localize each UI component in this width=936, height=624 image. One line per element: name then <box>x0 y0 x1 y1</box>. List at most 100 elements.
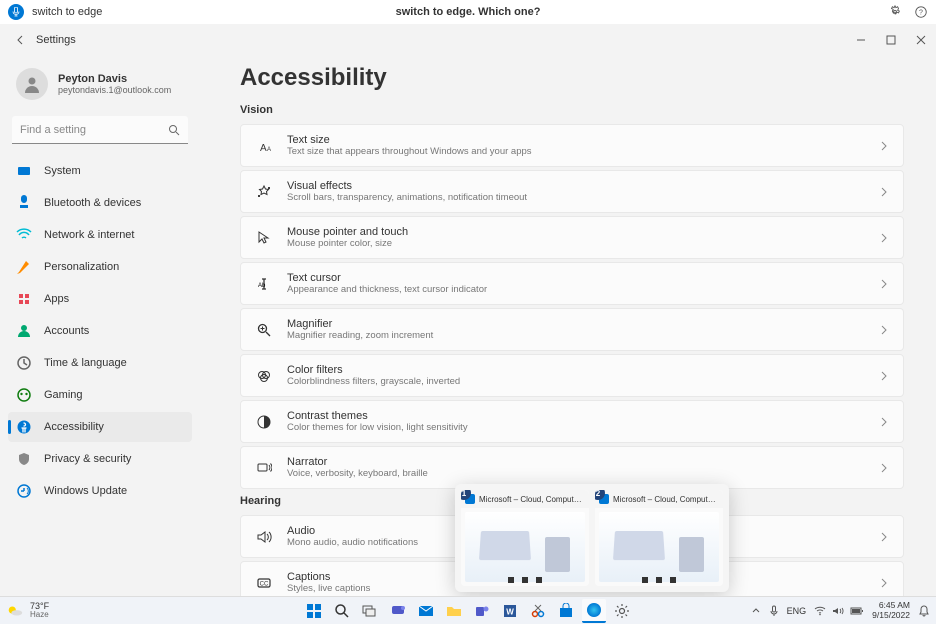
card-title: Color filters <box>287 364 865 376</box>
nav-item-time-language[interactable]: Time & language <box>8 348 192 378</box>
mic-tray-icon[interactable] <box>769 605 779 617</box>
card-mouse-pointer-and-touch[interactable]: Mouse pointer and touch Mouse pointer co… <box>240 216 904 259</box>
card-title: Narrator <box>287 456 865 468</box>
wifi-icon[interactable] <box>814 606 826 616</box>
snipping-tool-icon[interactable] <box>526 599 550 623</box>
nav-label: Privacy & security <box>44 453 131 465</box>
nav-label: Apps <box>44 293 69 305</box>
nav-item-privacy-security[interactable]: Privacy & security <box>8 444 192 474</box>
nav-item-system[interactable]: System <box>8 156 192 186</box>
svg-text:W: W <box>506 607 514 616</box>
search-settings-box[interactable] <box>12 116 188 144</box>
outlook-icon[interactable] <box>414 599 438 623</box>
card-icon: AA <box>255 137 273 155</box>
chevron-right-icon <box>879 578 889 588</box>
title-bar: Settings <box>0 24 936 56</box>
word-icon[interactable]: W <box>498 599 522 623</box>
tray-chevron-icon[interactable] <box>751 606 761 616</box>
nav-icon <box>16 355 32 371</box>
clock[interactable]: 6:45 AM 9/15/2022 <box>872 601 910 620</box>
card-color-filters[interactable]: Color filters Colorblindness filters, gr… <box>240 354 904 397</box>
card-narrator[interactable]: Narrator Voice, verbosity, keyboard, bra… <box>240 446 904 489</box>
taskbar-apps: W <box>302 599 634 623</box>
volume-icon[interactable] <box>832 606 844 616</box>
search-settings-input[interactable] <box>20 124 180 136</box>
card-desc: Mouse pointer color, size <box>287 238 865 249</box>
search-icon <box>168 124 180 136</box>
card-icon <box>255 413 273 431</box>
file-explorer-icon[interactable] <box>442 599 466 623</box>
card-title: Text size <box>287 134 865 146</box>
settings-icon[interactable] <box>610 599 634 623</box>
nav-label: Gaming <box>44 389 83 401</box>
teams-chat-button[interactable] <box>386 599 410 623</box>
store-icon[interactable] <box>554 599 578 623</box>
nav-label: Network & internet <box>44 229 134 241</box>
settings-gear-icon[interactable] <box>888 5 902 19</box>
cortana-search-text[interactable]: switch to edge <box>32 6 102 18</box>
edge-icon[interactable] <box>582 599 606 623</box>
nav-icon <box>16 483 32 499</box>
nav-item-personalization[interactable]: Personalization <box>8 252 192 282</box>
card-desc: Color themes for low vision, light sensi… <box>287 422 865 433</box>
card-desc: Voice, verbosity, keyboard, braille <box>287 468 865 479</box>
close-button[interactable] <box>906 24 936 56</box>
cortana-bar: switch to edge switch to edge. Which one… <box>0 0 936 24</box>
maximize-button[interactable] <box>876 24 906 56</box>
card-title: Visual effects <box>287 180 865 192</box>
nav-item-bluetooth-devices[interactable]: Bluetooth & devices <box>8 188 192 218</box>
weather-widget[interactable]: 73°F Haze <box>6 602 49 620</box>
battery-icon[interactable] <box>850 607 864 615</box>
card-icon <box>255 528 273 546</box>
window-preview-popup: 1 Microsoft – Cloud, Computers, ... 2 Mi… <box>455 484 729 592</box>
start-button[interactable] <box>302 599 326 623</box>
nav-icon <box>16 291 32 307</box>
preview-title: Microsoft – Cloud, Computers, ... <box>613 495 719 504</box>
card-title: Mouse pointer and touch <box>287 226 865 238</box>
card-desc: Magnifier reading, zoom increment <box>287 330 865 341</box>
chevron-right-icon <box>879 417 889 427</box>
nav-icon <box>16 163 32 179</box>
task-view-button[interactable] <box>358 599 382 623</box>
nav-item-windows-update[interactable]: Windows Update <box>8 476 192 506</box>
nav-item-gaming[interactable]: Gaming <box>8 380 192 410</box>
nav-icon <box>16 227 32 243</box>
avatar-icon <box>16 68 48 100</box>
back-button[interactable] <box>12 32 28 48</box>
card-title: Contrast themes <box>287 410 865 422</box>
window-preview[interactable]: 2 Microsoft – Cloud, Computers, ... <box>595 490 723 586</box>
window-title: Settings <box>36 34 76 46</box>
card-magnifier[interactable]: Magnifier Magnifier reading, zoom increm… <box>240 308 904 351</box>
section-title: Vision <box>240 104 904 116</box>
help-icon[interactable]: ? <box>914 5 928 19</box>
card-contrast-themes[interactable]: Contrast themes Color themes for low vis… <box>240 400 904 443</box>
nav-icon <box>16 387 32 403</box>
card-text-size[interactable]: AA Text size Text size that appears thro… <box>240 124 904 167</box>
nav-item-apps[interactable]: Apps <box>8 284 192 314</box>
nav-label: System <box>44 165 81 177</box>
card-desc: Colorblindness filters, grayscale, inver… <box>287 376 865 387</box>
notifications-icon[interactable] <box>918 605 930 617</box>
nav-icon <box>16 195 32 211</box>
nav-label: Bluetooth & devices <box>44 197 141 209</box>
nav-item-accessibility[interactable]: Accessibility <box>8 412 192 442</box>
chevron-right-icon <box>879 325 889 335</box>
minimize-button[interactable] <box>846 24 876 56</box>
card-visual-effects[interactable]: Visual effects Scroll bars, transparency… <box>240 170 904 213</box>
language-indicator[interactable]: ENG <box>787 606 807 616</box>
card-icon <box>255 367 273 385</box>
svg-text:A: A <box>267 147 271 153</box>
nav-item-network-internet[interactable]: Network & internet <box>8 220 192 250</box>
date: 9/15/2022 <box>872 611 910 620</box>
teams-icon[interactable] <box>470 599 494 623</box>
card-title: Text cursor <box>287 272 865 284</box>
nav-item-accounts[interactable]: Accounts <box>8 316 192 346</box>
card-desc: Scroll bars, transparency, animations, n… <box>287 192 865 203</box>
search-button[interactable] <box>330 599 354 623</box>
svg-text:?: ? <box>919 10 923 17</box>
window-preview[interactable]: 1 Microsoft – Cloud, Computers, ... <box>461 490 589 586</box>
profile[interactable]: Peyton Davis peytondavis.1@outlook.com <box>8 64 192 112</box>
voice-icon[interactable] <box>8 4 24 20</box>
card-text-cursor[interactable]: Ab Text cursor Appearance and thickness,… <box>240 262 904 305</box>
chevron-right-icon <box>879 187 889 197</box>
